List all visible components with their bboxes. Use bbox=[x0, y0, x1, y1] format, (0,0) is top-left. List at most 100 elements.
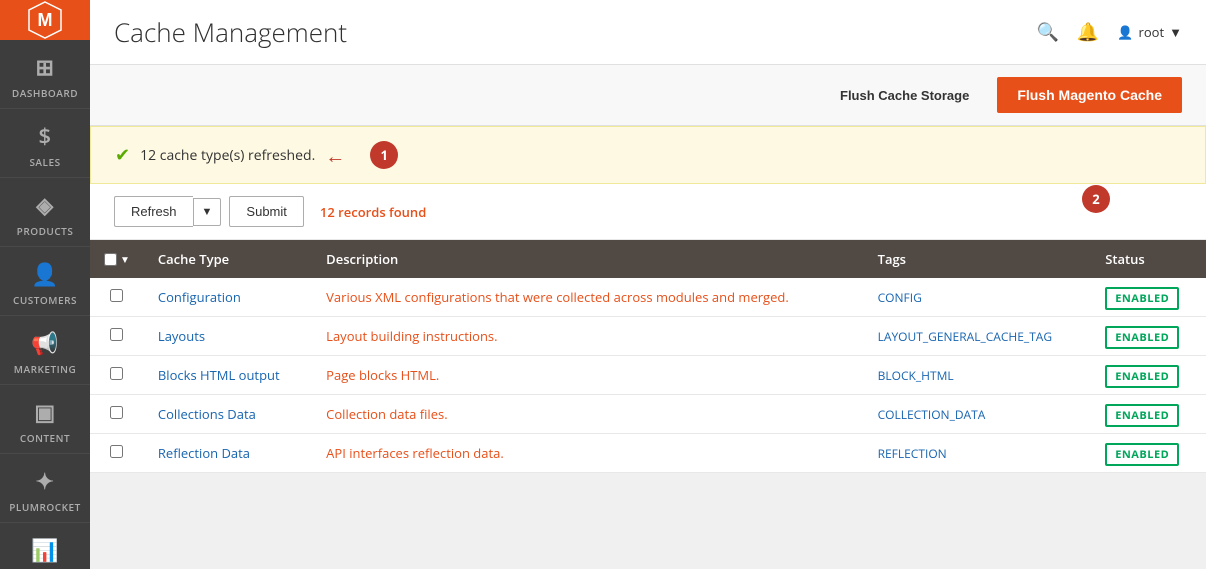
row-tags: BLOCK_HTML bbox=[864, 356, 1092, 395]
success-banner: ✔ 12 cache type(s) refreshed. ← 1 2 bbox=[90, 126, 1206, 184]
row-checkbox-cell[interactable] bbox=[90, 395, 144, 434]
customers-icon: 👤 bbox=[31, 259, 59, 289]
chevron-down-icon[interactable]: ▼ bbox=[120, 252, 130, 266]
sidebar-item-label: MARKETING bbox=[14, 362, 76, 376]
cache-type-link[interactable]: Layouts bbox=[158, 327, 205, 345]
table-header-status: Status bbox=[1091, 240, 1206, 278]
table-header-row: ▼ Cache Type Description Tags Status bbox=[90, 240, 1206, 278]
search-icon[interactable]: 🔍 bbox=[1037, 20, 1059, 44]
row-checkbox-cell[interactable] bbox=[90, 317, 144, 356]
row-description: Collection data files. bbox=[312, 395, 863, 434]
row-status: ENABLED bbox=[1091, 395, 1206, 434]
row-checkbox[interactable] bbox=[110, 367, 123, 380]
row-cache-type: Layouts bbox=[144, 317, 312, 356]
table-header-cache-type: Cache Type bbox=[144, 240, 312, 278]
row-tags: REFLECTION bbox=[864, 434, 1092, 473]
row-tags: CONFIG bbox=[864, 278, 1092, 317]
sidebar-item-content[interactable]: ▣ CONTENT bbox=[0, 385, 90, 454]
status-badge: ENABLED bbox=[1105, 365, 1179, 388]
user-avatar-icon: 👤 bbox=[1117, 23, 1133, 41]
sidebar-item-marketing[interactable]: 📢 MARKETING bbox=[0, 316, 90, 385]
sidebar-item-dashboard[interactable]: ⊞ DASHBOARD bbox=[0, 40, 90, 109]
table-header-tags: Tags bbox=[864, 240, 1092, 278]
row-status: ENABLED bbox=[1091, 278, 1206, 317]
sidebar-item-label: CUSTOMERS bbox=[13, 293, 77, 307]
table-row: Configuration Various XML configurations… bbox=[90, 278, 1206, 317]
sidebar-item-sales[interactable]: $ SALES bbox=[0, 109, 90, 178]
records-found: 12 records found bbox=[320, 203, 426, 221]
marketing-icon: 📢 bbox=[31, 328, 59, 358]
cache-type-link[interactable]: Collections Data bbox=[158, 405, 256, 423]
row-cache-type: Configuration bbox=[144, 278, 312, 317]
status-badge: ENABLED bbox=[1105, 326, 1179, 349]
sidebar-item-label: PLUMROCKET bbox=[9, 500, 80, 514]
submit-button[interactable]: Submit bbox=[229, 196, 303, 227]
row-cache-type: Collections Data bbox=[144, 395, 312, 434]
sidebar-item-plumrocket[interactable]: ✦ PLUMROCKET bbox=[0, 454, 90, 523]
header-actions: 🔍 🔔 👤 root ▼ bbox=[1037, 20, 1183, 44]
plumrocket-icon: ✦ bbox=[36, 466, 55, 496]
sidebar-item-label: SALES bbox=[29, 155, 60, 169]
sidebar-logo: M bbox=[0, 0, 90, 40]
tag-value: LAYOUT_GENERAL_CACHE_TAG bbox=[878, 328, 1053, 345]
row-checkbox-cell[interactable] bbox=[90, 434, 144, 473]
cache-type-link[interactable]: Blocks HTML output bbox=[158, 366, 280, 384]
cache-type-link[interactable]: Reflection Data bbox=[158, 444, 250, 462]
user-menu[interactable]: 👤 root ▼ bbox=[1117, 23, 1182, 41]
status-badge: ENABLED bbox=[1105, 287, 1179, 310]
table-row: Reflection Data API interfaces reflectio… bbox=[90, 434, 1206, 473]
row-checkbox[interactable] bbox=[110, 406, 123, 419]
toolbar: Refresh ▼ Submit 12 records found bbox=[90, 184, 1206, 240]
status-badge: ENABLED bbox=[1105, 443, 1179, 466]
tag-value: CONFIG bbox=[878, 289, 922, 306]
main-content: Cache Management 🔍 🔔 👤 root ▼ Flush Cach… bbox=[90, 0, 1206, 569]
tag-value: REFLECTION bbox=[878, 445, 947, 462]
tag-value: COLLECTION_DATA bbox=[878, 406, 986, 423]
row-tags: LAYOUT_GENERAL_CACHE_TAG bbox=[864, 317, 1092, 356]
callout-badge-2: 2 bbox=[1082, 185, 1110, 213]
sales-icon: $ bbox=[38, 121, 51, 151]
table-row: Layouts Layout building instructions. LA… bbox=[90, 317, 1206, 356]
cache-table: ▼ Cache Type Description Tags Status Con… bbox=[90, 240, 1206, 473]
row-checkbox[interactable] bbox=[110, 328, 123, 341]
page-title: Cache Management bbox=[114, 14, 1037, 50]
row-tags: COLLECTION_DATA bbox=[864, 395, 1092, 434]
cache-type-link[interactable]: Configuration bbox=[158, 288, 241, 306]
table-row: Blocks HTML output Page blocks HTML. BLO… bbox=[90, 356, 1206, 395]
chevron-down-icon: ▼ bbox=[1169, 23, 1182, 41]
arrow-left-icon: ← bbox=[325, 142, 345, 169]
top-header: Cache Management 🔍 🔔 👤 root ▼ bbox=[90, 0, 1206, 65]
sidebar-item-label: PRODUCTS bbox=[17, 224, 74, 238]
table-row: Collections Data Collection data files. … bbox=[90, 395, 1206, 434]
action-bar: Flush Cache Storage Flush Magento Cache bbox=[90, 65, 1206, 126]
success-message: 12 cache type(s) refreshed. bbox=[140, 146, 315, 165]
content-icon: ▣ bbox=[34, 397, 55, 427]
content-area: Flush Cache Storage Flush Magento Cache … bbox=[90, 65, 1206, 569]
row-checkbox[interactable] bbox=[110, 445, 123, 458]
row-status: ENABLED bbox=[1091, 434, 1206, 473]
row-status: ENABLED bbox=[1091, 356, 1206, 395]
cache-table-container: ▼ Cache Type Description Tags Status Con… bbox=[90, 240, 1206, 473]
sidebar-item-products[interactable]: ◈ PRODUCTS bbox=[0, 178, 90, 247]
row-checkbox[interactable] bbox=[110, 289, 123, 302]
row-cache-type: Reflection Data bbox=[144, 434, 312, 473]
sidebar-item-customers[interactable]: 👤 CUSTOMERS bbox=[0, 247, 90, 316]
notifications-icon[interactable]: 🔔 bbox=[1077, 20, 1099, 44]
tag-value: BLOCK_HTML bbox=[878, 367, 954, 384]
dashboard-icon: ⊞ bbox=[36, 52, 55, 82]
sidebar-item-label: CONTENT bbox=[20, 431, 70, 445]
row-checkbox-cell[interactable] bbox=[90, 356, 144, 395]
callout-badge-1: 1 bbox=[370, 141, 398, 169]
refresh-button[interactable]: Refresh bbox=[114, 196, 193, 227]
flush-magento-cache-button[interactable]: Flush Magento Cache bbox=[997, 77, 1182, 113]
sidebar-item-reports[interactable]: 📊 REPORTS bbox=[0, 523, 90, 569]
row-description: Page blocks HTML. bbox=[312, 356, 863, 395]
table-header-checkbox[interactable]: ▼ bbox=[90, 240, 144, 278]
select-all-checkbox[interactable] bbox=[104, 253, 117, 266]
status-badge: ENABLED bbox=[1105, 404, 1179, 427]
flush-cache-storage-button[interactable]: Flush Cache Storage bbox=[824, 80, 985, 111]
row-description: Layout building instructions. bbox=[312, 317, 863, 356]
row-checkbox-cell[interactable] bbox=[90, 278, 144, 317]
table-header-description: Description bbox=[312, 240, 863, 278]
refresh-dropdown-button[interactable]: ▼ bbox=[193, 198, 222, 226]
